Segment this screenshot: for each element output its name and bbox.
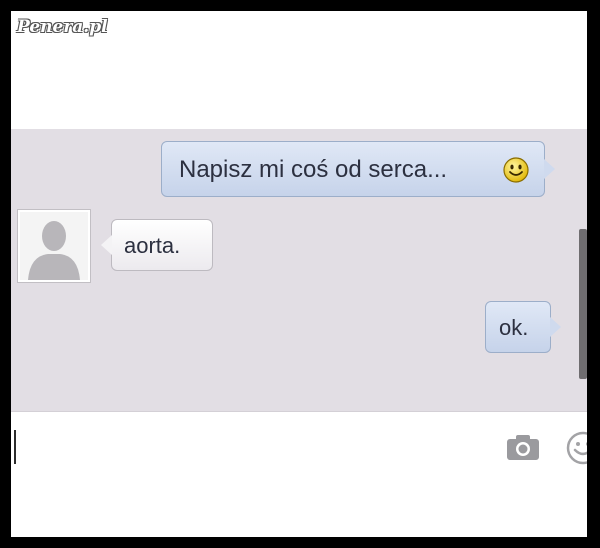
watermark: Penera.pl — [17, 17, 108, 37]
chat-area[interactable]: Napisz mi coś od serca... aorta. ok. — [11, 129, 587, 411]
message-bubble-outgoing[interactable]: ok. — [485, 301, 561, 353]
camera-icon[interactable] — [505, 432, 541, 462]
message-text: aorta. — [124, 233, 181, 258]
text-cursor[interactable] — [14, 430, 16, 464]
screenshot-frame: Penera.pl Napisz mi coś od serca... aort… — [11, 11, 587, 537]
message-bubble-incoming[interactable]: aorta. — [101, 219, 213, 271]
message-input-bar — [11, 411, 587, 468]
contact-avatar[interactable] — [17, 209, 91, 283]
message-text: ok. — [499, 315, 529, 340]
message-text: Napisz mi coś od serca... — [179, 156, 448, 183]
avatar-placeholder-icon — [20, 212, 88, 280]
message-bubble-outgoing[interactable]: Napisz mi coś od serca... — [161, 141, 555, 197]
emoji-icon[interactable] — [565, 430, 587, 466]
scrollbar[interactable] — [579, 229, 587, 379]
smiley-icon — [503, 157, 529, 183]
